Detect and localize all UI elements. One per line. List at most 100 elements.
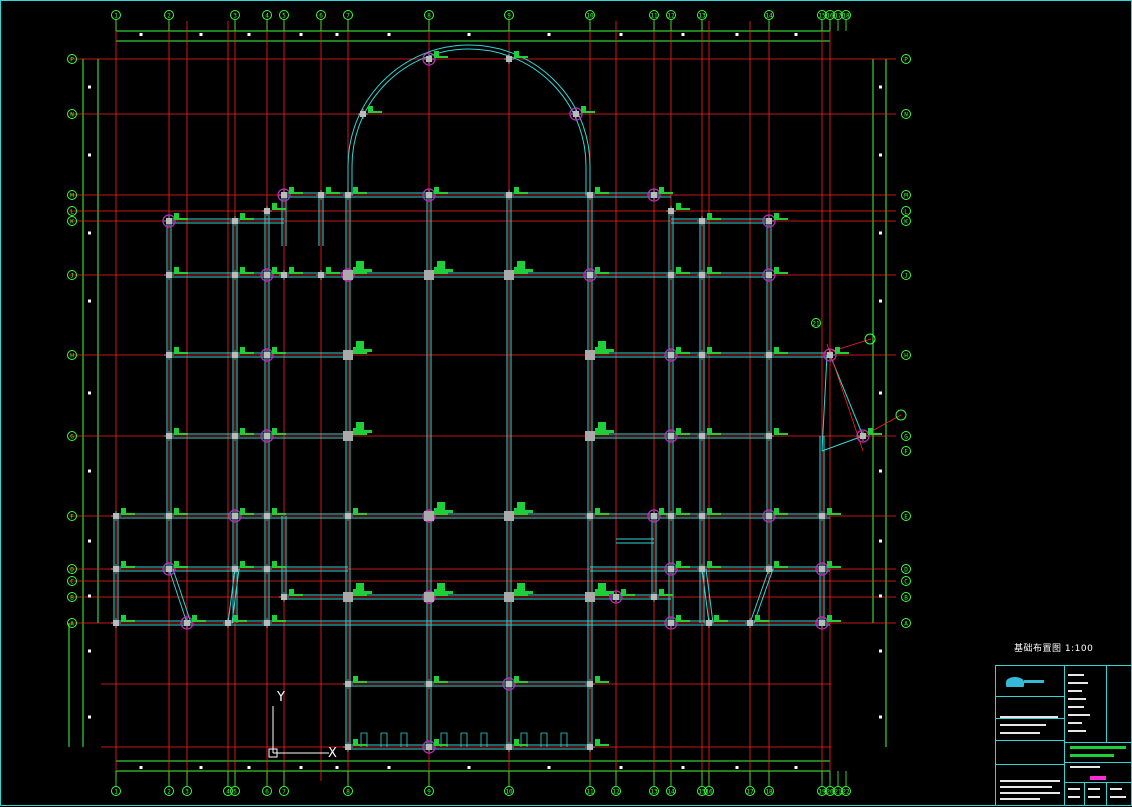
column-tag-flag-87 <box>434 51 439 56</box>
pad-tag-text-12 <box>598 591 614 594</box>
wall-diag-1 <box>168 568 188 624</box>
column-tag-flag-64 <box>289 589 294 594</box>
column-tag-flag-85 <box>514 739 519 744</box>
pad-tag-text-6 <box>598 430 614 433</box>
column-tag-text-33 <box>835 352 849 354</box>
wall-diag-4 <box>749 568 770 624</box>
dim-tick-bottom-6 <box>467 766 471 769</box>
pad-tag-flag-0 <box>356 261 364 269</box>
column-tag-text-54 <box>774 513 788 515</box>
column-tag-text-41 <box>774 433 788 435</box>
column-tag-flag-23 <box>707 267 712 272</box>
column-tag-text-47 <box>353 513 367 515</box>
axis-bubble-left-8-label: F <box>70 514 74 521</box>
axis-bubble-right-10-label: D <box>904 567 908 574</box>
axis-bubble-left-3-label: L <box>70 209 74 216</box>
column-tag-text-64 <box>289 594 303 596</box>
axis-bubble-top-16-label: 17 <box>834 13 842 20</box>
column-tag-flag-17 <box>326 267 331 272</box>
column-tag-text-75 <box>676 620 690 622</box>
dim-tick-top-10 <box>735 33 739 36</box>
axis-bubble-left-9-label: D <box>70 567 74 574</box>
pad-tag-text-4 <box>598 349 614 352</box>
axis-bubble-top-17-label: 18 <box>842 13 850 20</box>
title-block <box>995 665 1132 806</box>
column-tag-text-82 <box>595 681 609 683</box>
column-tag-text-89 <box>368 111 382 113</box>
column-tag-text-13 <box>174 272 188 274</box>
dim-tick-top-4 <box>335 33 339 36</box>
cad-viewport[interactable]: 1 2 3 4 5 6 7 8 9 10 11 12 13 14 15 16 17 18 1 2 3 4 5 6 7 8 9 10 11… <box>0 0 1132 806</box>
column-tag-flag-84 <box>434 739 439 744</box>
column-tag-flag-80 <box>434 676 439 681</box>
column-tag-text-17 <box>326 272 340 274</box>
column-tag-flag-51 <box>659 508 664 513</box>
column-tag-flag-70 <box>659 589 664 594</box>
column-tag-text-45 <box>240 513 254 515</box>
column-tag-flag-57 <box>174 561 179 566</box>
column-tag-flag-82 <box>595 676 600 681</box>
column-tag-text-65 <box>353 594 367 596</box>
column-tag-text-30 <box>676 352 690 354</box>
axis-bubble-left-0-label: P <box>70 57 74 64</box>
ucs-y-text: Y <box>276 690 285 705</box>
pad-tag-flag-9 <box>356 583 364 591</box>
column-tag-text-20 <box>514 272 528 274</box>
axis-bubble-left-4-label: K <box>70 219 74 226</box>
column-tag-flag-36 <box>272 428 277 433</box>
pad-footing-12 <box>585 592 595 602</box>
axis-bubble-top-5-label: 6 <box>319 13 323 20</box>
axis-bubble-top-15-label: 16 <box>826 13 834 20</box>
column-tag-flag-60 <box>676 561 681 566</box>
axis-bubble-left-5-label: J <box>70 273 74 280</box>
pad-tag-text-7 <box>437 510 453 513</box>
axis-bubble-bottom-19-label: 20 <box>826 789 834 796</box>
axis-bubble-top-2-label: 3 <box>233 13 237 20</box>
axis-bubble-right-9-label: E <box>904 514 908 521</box>
column-tag-flag-34 <box>174 428 179 433</box>
axis-bubble-top-3-label: 4 <box>265 13 269 20</box>
pad-footing-1 <box>424 270 434 280</box>
column-tag-flag-30 <box>676 347 681 352</box>
axis-bubble-bottom-3-label: 4 <box>226 789 230 796</box>
pad-tag-flag-7 <box>437 502 445 510</box>
column-tag-flag-76 <box>714 615 719 620</box>
column-tag-text-81 <box>514 681 528 683</box>
axis-bubble-bottom-20-label: 21 <box>834 789 842 796</box>
axis-bubble-bottom-6-label: 7 <box>282 789 286 796</box>
column-tag-text-28 <box>353 352 367 354</box>
column-tag-text-87 <box>434 56 448 58</box>
dome-wall-outer <box>347 44 591 195</box>
dim-tick-left-7 <box>88 594 91 598</box>
column-tag-text-10 <box>240 218 254 220</box>
column-tag-flag-54 <box>774 508 779 513</box>
wall-diag-3b <box>705 568 714 624</box>
column-tag-flag-26 <box>240 347 245 352</box>
dim-tick-left-0 <box>88 85 91 89</box>
column-tag-text-7 <box>676 208 690 210</box>
dim-tick-top-7 <box>547 33 551 36</box>
column-tag-flag-71 <box>121 615 126 620</box>
column-tag-text-68 <box>595 594 609 596</box>
axis-bubble-bottom-16-label: 17 <box>746 789 754 796</box>
dim-tick-right-4 <box>879 391 882 395</box>
column-tag-text-90 <box>581 111 595 113</box>
pad-footing-5 <box>343 431 353 441</box>
column-tag-text-29 <box>595 352 609 354</box>
column-tag-text-43 <box>121 513 135 515</box>
axis-wing-1 <box>825 338 872 354</box>
axis-bubble-bottom-10-label: 11 <box>586 789 594 796</box>
axis-bubble-top-12-label: 13 <box>698 13 706 20</box>
column-tag-text-8 <box>272 208 286 210</box>
column-tag-flag-81 <box>514 676 519 681</box>
foundation-plan[interactable]: 1 2 3 4 5 6 7 8 9 10 11 12 13 14 15 16 17 181 2 3 4 5 6 7 8 9 10 11… <box>1 1 1132 807</box>
dim-tick-left-6 <box>88 539 91 543</box>
pad-tag-flag-4 <box>598 341 606 349</box>
axis-bubble-top-0-label: 1 <box>114 13 118 20</box>
dim-tick-left-3 <box>88 299 91 303</box>
column-tag-text-5 <box>595 192 609 194</box>
axis-bubble-bottom-17-label: 18 <box>765 789 773 796</box>
axis-bubble-wing-label: 21 <box>812 321 820 328</box>
dim-tick-bottom-11 <box>794 766 798 769</box>
column-tag-text-70 <box>659 594 673 596</box>
